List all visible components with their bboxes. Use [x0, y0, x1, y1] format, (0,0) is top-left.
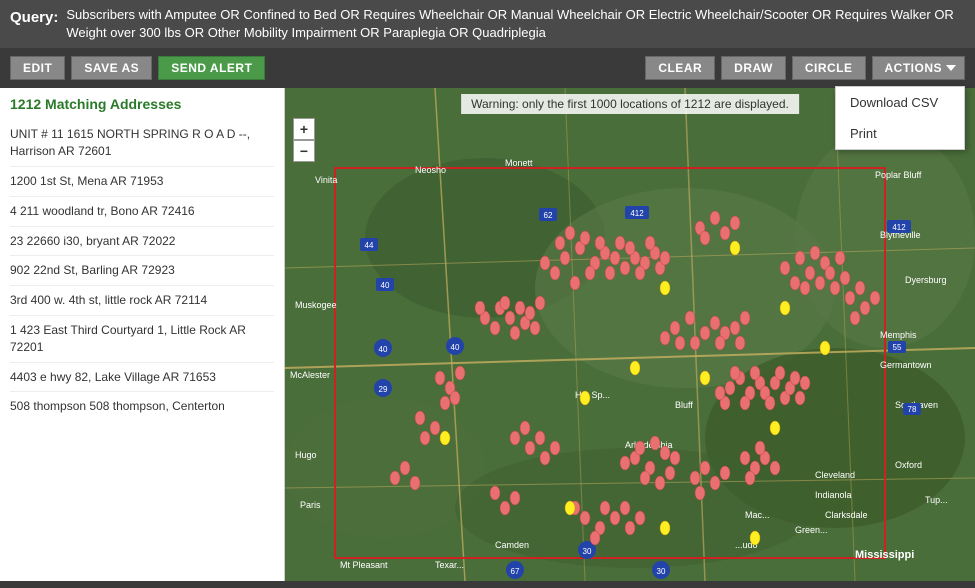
draw-button[interactable]: DRAW — [721, 56, 786, 80]
list-item: 1200 1st St, Mena AR 71953 — [10, 167, 274, 197]
list-item: 4403 e hwy 82, Lake Village AR 71653 — [10, 363, 274, 393]
svg-text:30: 30 — [583, 547, 592, 556]
svg-text:78: 78 — [908, 405, 917, 414]
svg-text:30: 30 — [657, 567, 666, 576]
query-text: Subscribers with Amputee OR Confined to … — [66, 6, 965, 42]
svg-text:Vinita: Vinita — [315, 175, 337, 185]
svg-text:40: 40 — [379, 345, 388, 354]
svg-text:Memphis: Memphis — [880, 330, 917, 340]
list-item: 1 423 East Third Courtyard 1, Little Roc… — [10, 316, 274, 363]
svg-text:44: 44 — [365, 241, 374, 250]
clear-button[interactable]: CLEAR — [645, 56, 715, 80]
actions-chevron-icon — [946, 65, 956, 71]
address-count: 1212 Matching Addresses — [10, 96, 274, 112]
svg-text:Neosho: Neosho — [415, 165, 446, 175]
zoom-in-button[interactable]: + — [293, 118, 315, 140]
list-item: 23 22660 i30, bryant AR 72022 — [10, 227, 274, 257]
svg-text:McAlester: McAlester — [290, 370, 330, 380]
zoom-out-button[interactable]: − — [293, 140, 315, 162]
list-item: UNIT # 11 1615 NORTH SPRING R O A D --, … — [10, 120, 274, 167]
actions-label: ACTIONS — [885, 61, 943, 75]
svg-text:Paris: Paris — [300, 500, 321, 510]
svg-text:Clarksdale: Clarksdale — [825, 510, 868, 520]
svg-text:Tup...: Tup... — [925, 495, 948, 505]
svg-text:Mac...: Mac... — [745, 510, 770, 520]
svg-text:Oxford: Oxford — [895, 460, 922, 470]
svg-text:Green...: Green... — [795, 525, 828, 535]
svg-text:29: 29 — [379, 385, 388, 394]
circle-button[interactable]: CIRCLE — [792, 56, 866, 80]
list-item: 508 thompson 508 thompson, Centerton — [10, 392, 274, 421]
svg-text:Muskogee: Muskogee — [295, 300, 337, 310]
download-csv-item[interactable]: Download CSV — [836, 87, 964, 118]
save-as-button[interactable]: SAVE AS — [71, 56, 152, 80]
svg-text:Monett: Monett — [505, 158, 533, 168]
address-list-panel: 1212 Matching Addresses UNIT # 11 1615 N… — [0, 88, 285, 581]
map-zoom-controls: + − — [293, 118, 315, 162]
svg-text:Camden: Camden — [495, 540, 529, 550]
svg-text:62: 62 — [544, 211, 553, 220]
svg-text:Mississippi: Mississippi — [855, 549, 914, 561]
svg-text:Mt Pleasant: Mt Pleasant — [340, 560, 388, 570]
query-label: Query: — [10, 6, 58, 28]
svg-text:Dyersburg: Dyersburg — [905, 275, 947, 285]
svg-text:Texar...: Texar... — [435, 560, 464, 570]
svg-text:Bluff: Bluff — [675, 400, 693, 410]
edit-button[interactable]: EDIT — [10, 56, 65, 80]
svg-text:Hugo: Hugo — [295, 450, 317, 460]
list-item: 3rd 400 w. 4th st, little rock AR 72114 — [10, 286, 274, 316]
list-item: 4 211 woodland tr, Bono AR 72416 — [10, 197, 274, 227]
svg-text:Germantown: Germantown — [880, 360, 932, 370]
actions-dropdown: Download CSV Print — [835, 86, 965, 150]
list-item: 902 22nd St, Barling AR 72923 — [10, 256, 274, 286]
map-svg: Vinita Neosho Monett Poplar Bluff Blythe… — [285, 88, 975, 581]
actions-button[interactable]: ACTIONS — [872, 56, 966, 80]
svg-text:Indianola: Indianola — [815, 490, 852, 500]
send-alert-button[interactable]: SEND ALERT — [158, 56, 265, 80]
svg-text:Cleveland: Cleveland — [815, 470, 855, 480]
svg-text:55: 55 — [893, 343, 902, 352]
svg-text:412: 412 — [892, 223, 906, 232]
print-item[interactable]: Print — [836, 118, 964, 149]
svg-text:40: 40 — [451, 343, 460, 352]
svg-text:40: 40 — [381, 281, 390, 290]
svg-text:Poplar Bluff: Poplar Bluff — [875, 170, 922, 180]
svg-text:67: 67 — [511, 567, 520, 576]
map-area[interactable]: Warning: only the first 1000 locations o… — [285, 88, 975, 581]
map-warning: Warning: only the first 1000 locations o… — [461, 94, 799, 114]
svg-text:412: 412 — [630, 209, 644, 218]
